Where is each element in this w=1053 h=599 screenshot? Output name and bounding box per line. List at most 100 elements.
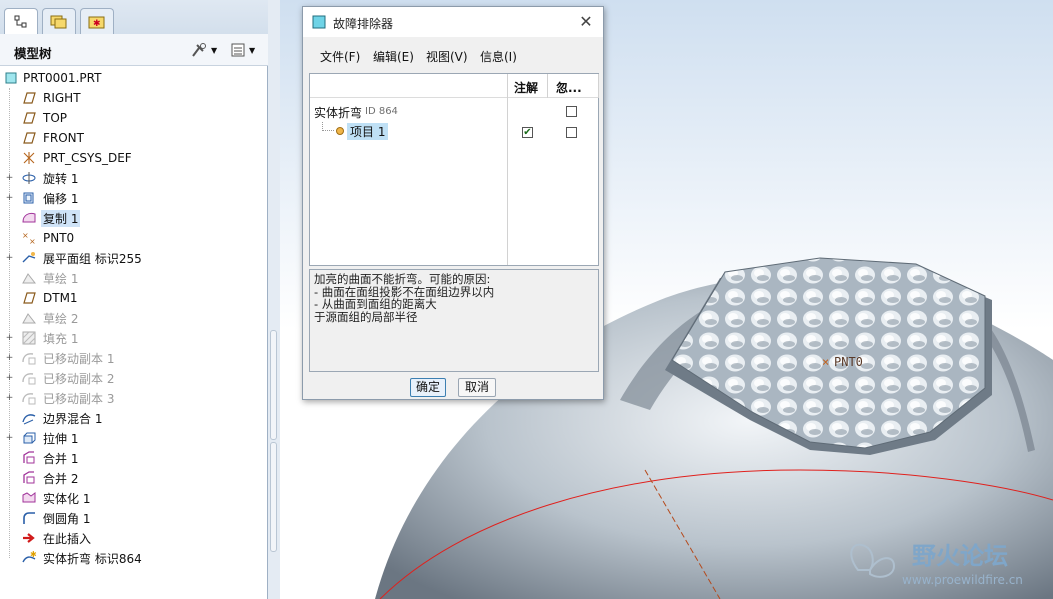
- datum-point-marker: ×: [822, 355, 829, 369]
- menu-edit[interactable]: 编辑(E): [373, 48, 414, 65]
- expand-icon[interactable]: +: [5, 433, 14, 443]
- datum-point-icon: × ×: [21, 230, 37, 246]
- troubleshooter-dialog: 故障排除器 ✕ 文件(F) 编辑(E) 视图(V) 信息(I) 注解 忽... …: [302, 6, 604, 400]
- item-bullet-icon: [336, 127, 344, 135]
- expand-icon[interactable]: +: [5, 373, 14, 383]
- message-line: 加亮的曲面不能折弯。可能的原因:: [314, 272, 491, 286]
- watermark-logo: 野火论坛 www.proewildfire.cn: [850, 542, 1023, 587]
- tree-icon: [14, 15, 27, 28]
- moved-copy-icon: [21, 390, 37, 406]
- sketch-icon: [21, 310, 37, 326]
- star-folder-icon: ✱: [88, 16, 105, 29]
- tree-item-label: 在此插入: [43, 531, 92, 546]
- revolve-icon: [21, 170, 37, 186]
- favorites-tab[interactable]: ✱: [80, 8, 114, 34]
- tree-guide-line: [9, 88, 10, 558]
- tree-item-label: TOP: [43, 111, 68, 125]
- dialog-titlebar[interactable]: 故障排除器 ✕: [303, 7, 603, 37]
- tree-item-label: 实体化 1: [43, 491, 91, 506]
- row-feature-label: 实体折弯: [314, 106, 363, 120]
- copy-surface-icon: [21, 210, 37, 226]
- expand-icon[interactable]: +: [5, 253, 14, 263]
- fill-icon: [21, 330, 37, 346]
- dialog-menubar: 文件(F) 编辑(E) 视图(V) 信息(I): [303, 37, 603, 71]
- datum-plane-icon: [21, 290, 37, 306]
- tree-item-label: PNT0: [43, 231, 75, 245]
- tree-settings-button[interactable]: ▼: [190, 41, 217, 59]
- table-row[interactable]: 项目 1 ✔: [310, 122, 598, 140]
- model-tree-tab[interactable]: [4, 8, 38, 35]
- watermark-url: www.proewildfire.cn: [902, 573, 1023, 587]
- folder-tab[interactable]: [42, 8, 76, 34]
- ignore-checkbox[interactable]: [566, 127, 577, 138]
- tree-item-label: 已移动副本 2: [43, 371, 115, 386]
- row-feature-id: ID 864: [365, 106, 398, 117]
- tree-item-label: 偏移 1: [43, 191, 79, 206]
- panel-splitter[interactable]: [268, 0, 280, 599]
- message-line: 于源面组的局部半径: [314, 309, 418, 324]
- tree-display-button[interactable]: ▼: [230, 41, 255, 59]
- solid-bend-icon: ✱: [21, 550, 37, 566]
- dialog-title: 故障排除器: [333, 17, 394, 31]
- merge-icon: [21, 470, 37, 486]
- tree-item-label: PRT_CSYS_DEF: [43, 151, 132, 165]
- forum-watermark: 野火论坛 www.proewildfire.cn: [840, 530, 1050, 596]
- menu-info[interactable]: 信息(I): [480, 48, 517, 65]
- splitter-grip-top[interactable]: [270, 330, 277, 440]
- watermark-title: 野火论坛: [912, 542, 1008, 570]
- col-note-header[interactable]: 注解: [514, 79, 538, 96]
- tree-item-label: 已移动副本 1: [43, 351, 115, 366]
- tree-root-label: PRT0001.PRT: [23, 71, 102, 85]
- table-row[interactable]: 实体折弯 ID 864: [310, 102, 598, 120]
- close-icon[interactable]: ✕: [577, 12, 595, 31]
- splitter-grip-bottom[interactable]: [270, 442, 277, 552]
- extrude-icon: [21, 430, 37, 446]
- ignore-checkbox[interactable]: [566, 106, 577, 117]
- menu-file[interactable]: 文件(F): [320, 48, 360, 65]
- csys-icon: [21, 150, 37, 166]
- svg-text:✱: ✱: [30, 550, 37, 559]
- butterfly-icon: [850, 543, 896, 578]
- expand-icon[interactable]: +: [5, 173, 14, 183]
- menu-view[interactable]: 视图(V): [426, 48, 468, 65]
- model-tree-header: 模型树 ▼ ▼: [0, 34, 268, 66]
- model-tree: PRT0001.PRT RIGHT TOP FRONT PRT_CSYS_DEF + 旋转…: [0, 68, 260, 599]
- tools-icon: [192, 43, 206, 57]
- ok-button[interactable]: 确定: [410, 378, 446, 397]
- model-tree-title: 模型树: [14, 46, 52, 61]
- boundary-blend-icon: [21, 410, 37, 426]
- tree-item-label: 填充 1: [43, 331, 79, 346]
- datum-plane-icon: [21, 110, 37, 126]
- tree-item-label: 旋转 1: [43, 171, 79, 186]
- tree-item-label: 倒圆角 1: [43, 511, 91, 526]
- note-checkbox[interactable]: ✔: [522, 127, 533, 138]
- tree-item-label: 已移动副本 3: [43, 391, 115, 406]
- offset-icon: [21, 190, 37, 206]
- table-header: 注解 忽...: [310, 74, 598, 98]
- col-ignore-header[interactable]: 忽...: [556, 79, 582, 96]
- row-item-label: 项目 1: [347, 123, 389, 140]
- dialog-app-icon: [312, 15, 326, 29]
- tree-item-label: RIGHT: [43, 91, 81, 105]
- cancel-button[interactable]: 取消: [458, 378, 496, 397]
- part-icon: [3, 70, 19, 86]
- moved-copy-icon: [21, 350, 37, 366]
- list-view-icon: [231, 43, 245, 57]
- expand-icon[interactable]: +: [5, 193, 14, 203]
- expand-icon[interactable]: +: [5, 333, 14, 343]
- chevron-down-icon: ▼: [249, 45, 256, 55]
- datum-point-label: PNT0: [834, 355, 863, 369]
- sketch-icon: [21, 270, 37, 286]
- svg-text:✱: ✱: [93, 19, 101, 29]
- tree-item-label: 边界混合 1: [43, 411, 103, 426]
- tree-item-label: 草绘 2: [43, 311, 79, 326]
- tree-item-label: 实体折弯 标识864: [43, 551, 142, 566]
- merge-icon: [21, 450, 37, 466]
- tree-item-label: DTM1: [43, 291, 78, 305]
- expand-icon[interactable]: +: [5, 353, 14, 363]
- datum-plane-icon: [21, 90, 37, 106]
- message-line: - 从曲面到面组的距离大: [314, 297, 437, 311]
- svg-text:×: ×: [29, 237, 36, 246]
- tree-item-label: 合并 2: [43, 471, 79, 486]
- expand-icon[interactable]: +: [5, 393, 14, 403]
